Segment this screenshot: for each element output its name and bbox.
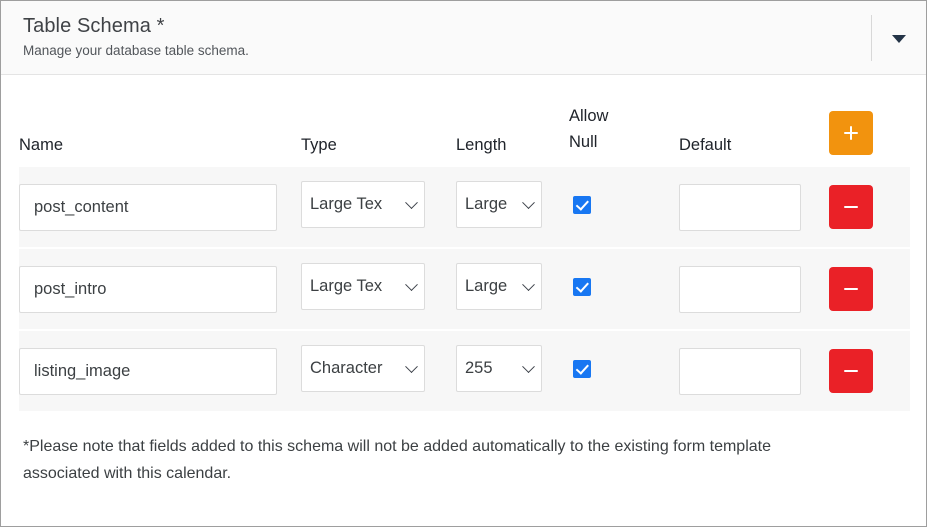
header-divider xyxy=(871,15,872,61)
chevron-down-icon xyxy=(405,359,418,373)
table-header-row: Name Type Length Allow Null Default xyxy=(19,75,910,167)
cell-length: Large xyxy=(456,167,569,248)
field-length-value: Large xyxy=(465,277,508,295)
table-schema-panel: Table Schema * Manage your database tabl… xyxy=(0,0,927,527)
column-header-name: Name xyxy=(19,75,301,167)
minus-icon xyxy=(843,363,859,379)
column-header-actions xyxy=(829,75,910,167)
page-title: Table Schema * xyxy=(23,15,165,37)
field-default-input[interactable] xyxy=(679,183,801,231)
field-default-input[interactable] xyxy=(679,347,801,395)
column-header-length: Length xyxy=(456,75,569,167)
field-length-select[interactable]: Large xyxy=(456,263,542,310)
field-type-value: Large Tex xyxy=(310,277,383,295)
cell-default xyxy=(679,167,829,248)
table-row: Character 255 xyxy=(19,329,910,411)
allow-null-checkbox[interactable] xyxy=(573,277,591,296)
minus-icon xyxy=(843,199,859,215)
field-type-select[interactable]: Character xyxy=(301,345,425,392)
field-type-select[interactable]: Large Tex xyxy=(301,263,425,310)
cell-name xyxy=(19,167,301,248)
cell-default xyxy=(679,329,829,411)
panel-header: Table Schema * Manage your database tabl… xyxy=(1,1,926,75)
cell-type: Character xyxy=(301,329,456,411)
chevron-down-icon[interactable] xyxy=(888,31,910,47)
allow-null-line-2: Null xyxy=(569,133,598,151)
field-length-value: 255 xyxy=(465,359,493,377)
cell-name xyxy=(19,329,301,411)
column-header-type: Type xyxy=(301,75,456,167)
field-type-value: Large Tex xyxy=(310,195,383,213)
column-header-default: Default xyxy=(679,75,829,167)
column-header-allow-null: Allow Null xyxy=(569,75,679,167)
cell-default xyxy=(679,247,829,330)
remove-row-button[interactable] xyxy=(829,349,873,393)
chevron-down-glyph xyxy=(892,35,906,43)
chevron-down-icon xyxy=(522,277,535,291)
cell-actions xyxy=(829,167,910,248)
cell-actions xyxy=(829,247,910,330)
add-row-button[interactable] xyxy=(829,111,873,155)
remove-row-button[interactable] xyxy=(829,267,873,311)
table-row: Large Tex Large xyxy=(19,247,910,330)
cell-length: Large xyxy=(456,247,569,330)
chevron-down-icon xyxy=(522,359,535,373)
field-type-value: Character xyxy=(310,359,383,377)
table-row: Large Tex Large xyxy=(19,167,910,248)
cell-type: Large Tex xyxy=(301,247,456,330)
field-length-value: Large xyxy=(465,195,508,213)
schema-footer-note: *Please note that fields added to this s… xyxy=(23,438,771,482)
cell-allow-null xyxy=(569,167,679,248)
allow-null-line-1: Allow xyxy=(569,107,609,125)
cell-allow-null xyxy=(569,247,679,330)
schema-table-area: Name Type Length Allow Null Default post… xyxy=(1,75,926,411)
plus-icon xyxy=(843,125,859,141)
chevron-down-icon xyxy=(522,195,535,209)
field-name-input[interactable] xyxy=(19,265,277,313)
minus-icon xyxy=(843,281,859,297)
field-name-input[interactable] xyxy=(19,183,277,231)
cell-actions xyxy=(829,329,910,411)
allow-null-checkbox[interactable] xyxy=(573,195,591,214)
field-length-select[interactable]: Large xyxy=(456,181,542,228)
field-default-input[interactable] xyxy=(679,265,801,313)
schema-table: Name Type Length Allow Null Default post… xyxy=(19,75,910,411)
remove-row-button[interactable] xyxy=(829,185,873,229)
allow-null-checkbox[interactable] xyxy=(573,359,591,378)
field-type-select[interactable]: Large Tex xyxy=(301,181,425,228)
chevron-down-icon xyxy=(405,277,418,291)
schema-rows: Large Tex Large xyxy=(19,167,910,411)
cell-type: Large Tex xyxy=(301,167,456,248)
panel-subtitle: Manage your database table schema. xyxy=(23,43,249,58)
field-name-input[interactable] xyxy=(19,347,277,395)
field-length-select[interactable]: 255 xyxy=(456,345,542,392)
cell-allow-null xyxy=(569,329,679,411)
chevron-down-icon xyxy=(405,195,418,209)
cell-length: 255 xyxy=(456,329,569,411)
cell-name xyxy=(19,247,301,330)
